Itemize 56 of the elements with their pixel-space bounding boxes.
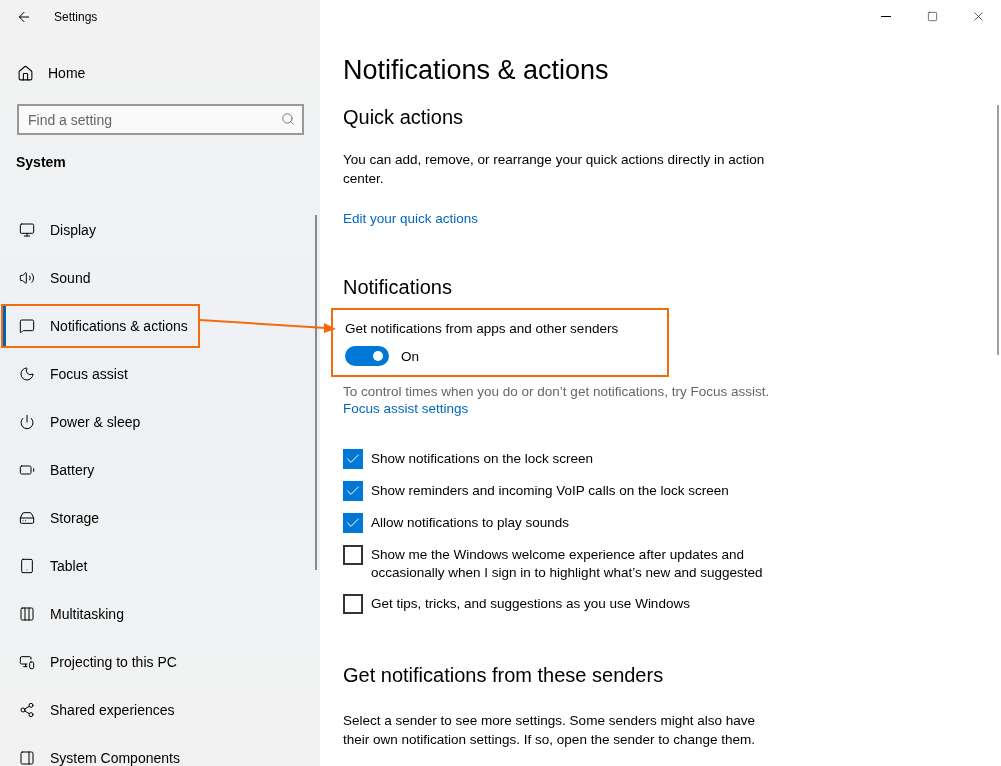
minimize-icon	[881, 16, 891, 17]
toggle-state-text: On	[401, 348, 419, 364]
toggle-switch[interactable]	[345, 346, 389, 366]
description-text: Select a sender to see more settings. Some senders might also have their own notification settings. If so, open the sender to change them.	[343, 712, 756, 749]
power-icon	[19, 414, 35, 430]
checkbox[interactable]	[343, 545, 363, 565]
battery-icon	[19, 462, 35, 478]
scrollbar[interactable]	[315, 215, 317, 570]
description-text: You can add, remove, or rearrange your quick actions directly in action center.	[343, 151, 766, 188]
checkbox-label: Show reminders and incoming VoIP calls on the lock screen	[371, 482, 730, 500]
checkbox-label: Show me the Windows welcome experience after updates and occasionally when I sign in to highlight what’s new and suggested	[371, 546, 764, 582]
checkbox[interactable]	[343, 481, 363, 501]
nav-item[interactable]: Battery	[1, 448, 200, 492]
maximize-icon	[926, 11, 938, 22]
checkbox-label: Show notifications on the lock screen	[371, 450, 595, 468]
checkbox-label: Allow notifications to play sounds	[371, 514, 571, 532]
nav-item[interactable]: Sound	[1, 256, 200, 300]
edit-quick-actions-link[interactable]: Edit your quick actions	[343, 211, 479, 226]
section-heading: Notifications	[343, 276, 453, 299]
nav-item[interactable]: Power & sleep	[1, 400, 200, 444]
section-heading: Quick actions	[343, 106, 465, 129]
nav-item[interactable]: Storage	[1, 496, 200, 540]
section-label: System	[16, 154, 67, 170]
nav-item[interactable]: Notifications & actions	[1, 304, 200, 348]
moon-icon	[19, 366, 35, 382]
window-title: Settings	[54, 9, 98, 24]
tablet-icon	[19, 558, 35, 574]
search-field[interactable]: Find a setting	[17, 104, 304, 135]
share-icon	[19, 702, 35, 718]
checkbox[interactable]	[343, 594, 363, 614]
home-icon	[17, 64, 34, 82]
toggle-label: Get notifications from apps and other senders	[345, 321, 620, 336]
nav-item[interactable]: Display	[1, 208, 200, 252]
speaker-icon	[19, 270, 35, 286]
nav-item[interactable]: System Components	[1, 736, 200, 766]
nav-item[interactable]: Tablet	[1, 544, 200, 588]
drive-icon	[19, 510, 35, 526]
nav-item[interactable]: Multitasking	[1, 592, 200, 636]
focus-assist-link[interactable]: Focus assist settings	[343, 401, 469, 416]
checkbox[interactable]	[343, 513, 363, 533]
scrollbar[interactable]	[997, 105, 999, 355]
search-icon	[281, 112, 295, 126]
window-layout-icon	[19, 606, 35, 622]
nav-item[interactable]: Shared experiences	[1, 688, 200, 732]
hint-text: To control times when you do or don’t get notifications, try Focus assist.	[343, 383, 771, 401]
home-link[interactable]: Home	[17, 55, 320, 91]
panel-icon	[19, 750, 35, 766]
nav-item[interactable]: Projecting to this PC	[1, 640, 200, 684]
section-heading: Get notifications from these senders	[343, 664, 665, 687]
nav-item[interactable]: Focus assist	[1, 352, 200, 396]
page-title: Notifications & actions	[343, 55, 610, 86]
monitor-icon	[19, 222, 35, 238]
checkbox[interactable]	[343, 449, 363, 469]
checkbox-label: Get tips, tricks, and suggestions as you use Windows	[371, 595, 691, 613]
speech-bubble-icon	[19, 318, 35, 334]
monitors-icon	[19, 654, 35, 670]
